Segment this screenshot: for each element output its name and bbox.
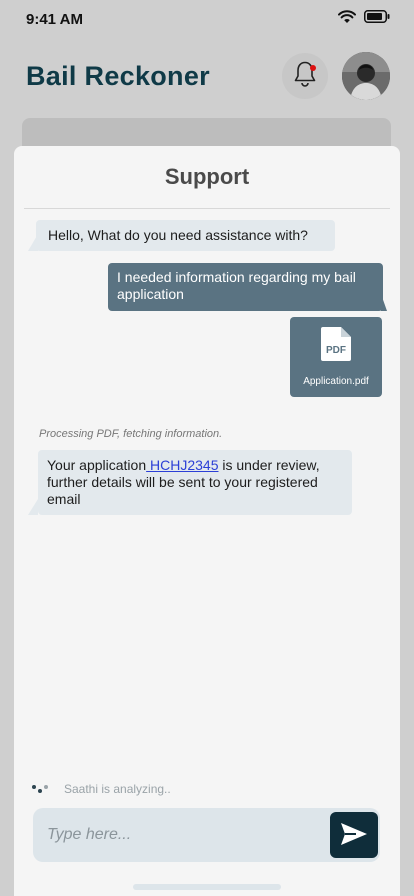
typing-indicator: Saathi is analyzing.. [32, 782, 171, 796]
support-title: Support [164, 164, 250, 189]
send-button[interactable] [330, 812, 378, 858]
divider [24, 208, 390, 209]
bot-message-greeting: Hello, What do you need assistance with? [36, 220, 335, 251]
wifi-icon [338, 9, 356, 29]
status-icons [338, 9, 390, 29]
message-composer [33, 808, 380, 862]
attachment-filename: Application.pdf [303, 376, 369, 387]
status-bar: 9:41 AM [0, 0, 414, 38]
status-time: 9:41 AM [26, 10, 83, 28]
pdf-icon-label: PDF [326, 345, 346, 356]
support-sheet: Support Hello, What do you need assistan… [14, 146, 400, 896]
notifications-button[interactable] [282, 53, 328, 99]
send-icon [340, 822, 368, 849]
app-title: Bail Reckoner [26, 60, 210, 91]
header-actions [282, 52, 390, 100]
user-message-request: I needed information regarding my bail a… [108, 263, 383, 311]
reply-text-prefix: Your application [47, 457, 147, 473]
application-number-link[interactable]: HCHJ2345 [146, 457, 219, 473]
bubble-tail [28, 499, 38, 515]
app-header: Bail Reckoner [0, 50, 414, 102]
typing-status-text: Saathi is analyzing.. [64, 782, 171, 796]
battery-icon [364, 10, 390, 28]
typing-dots-icon [32, 784, 50, 794]
avatar[interactable] [342, 52, 390, 100]
bot-message-application-status: Your application HCHJ2345 is under revie… [38, 450, 352, 515]
home-indicator [133, 884, 281, 890]
notification-badge [310, 65, 316, 71]
pdf-attachment[interactable]: PDF Application.pdf [290, 317, 382, 397]
processing-status: Processing PDF, fetching information. [39, 428, 223, 440]
pdf-file-icon: PDF [321, 327, 351, 365]
message-input[interactable] [47, 808, 317, 862]
